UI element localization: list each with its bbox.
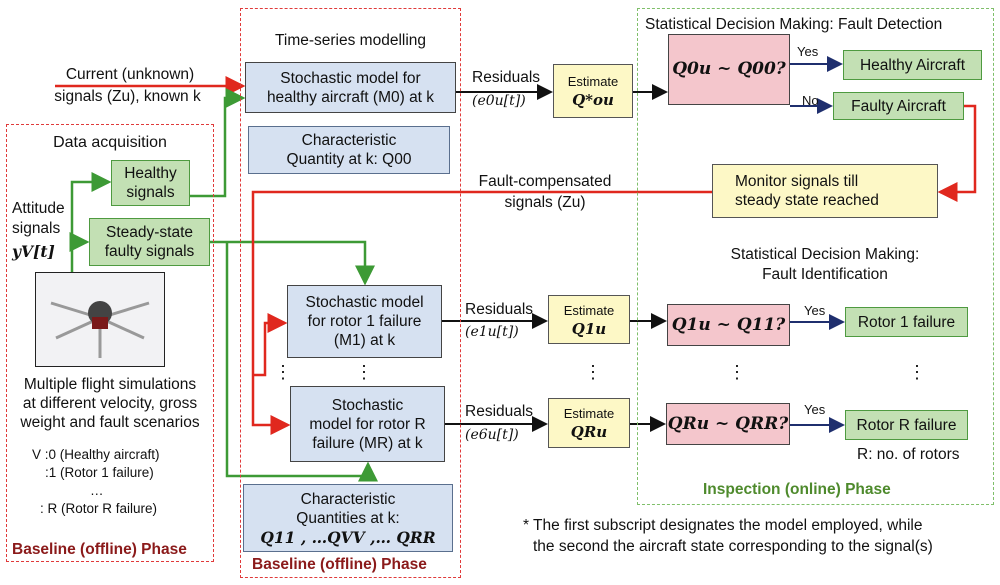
rotorR-test-box: QRu ~ QRR? — [666, 403, 790, 445]
label: Stochastic model for — [280, 69, 421, 87]
label: QRu — [570, 423, 608, 441]
yes-label: Yes — [804, 402, 826, 417]
label: Characteristic — [300, 490, 396, 508]
residuals-label: Residuals — [465, 403, 534, 420]
label: Quantity at k: Q00 — [286, 151, 412, 168]
attitude-symbol: yV[t] — [12, 242, 55, 261]
fault-compensated-label: Fault-compensated — [478, 173, 612, 190]
diagram: Current (unknown) signals (Zu), known k … — [0, 0, 1000, 585]
healthy-aircraft-box: Healthy Aircraft — [843, 50, 982, 80]
baseline-phase-label: Baseline (offline) Phase — [12, 541, 187, 558]
input-label-1: Current (unknown) — [65, 66, 195, 83]
dots: ⋮ — [908, 362, 926, 382]
rotor1-failure-box: Rotor 1 failure — [845, 307, 968, 337]
label: Monitor signals till — [735, 173, 859, 190]
label: healthy aircraft (M0) at k — [266, 88, 435, 106]
fault-detection-title: Statistical Decision Making: Fault Detec… — [645, 16, 943, 33]
residuals-label: Residuals — [465, 301, 534, 318]
label: Q1u — [571, 319, 607, 338]
rotor1-test-box: Q1u ~ Q11? — [667, 304, 790, 346]
rotor1-model-box: Stochastic model for rotor 1 failure (M1) … — [287, 285, 442, 358]
drone-image — [35, 272, 165, 367]
label: steady state reached — [735, 192, 879, 209]
fault-identification-title: Statistical Decision Making: — [730, 246, 920, 263]
steady-state-signals-box: Steady-state faulty signals — [89, 218, 210, 266]
label: QRu ~ QRR? — [667, 413, 789, 434]
estimate-box-R: Estimate QRu — [548, 398, 630, 448]
input-label-2: signals (Zu), known k — [54, 88, 201, 105]
label: faulty signals — [104, 243, 195, 260]
line: Multiple flight simulations — [23, 376, 197, 393]
yes-label: Yes — [804, 303, 826, 318]
state-vR: : R (Rotor R failure) — [40, 501, 158, 516]
dots: ⋮ — [728, 362, 746, 382]
healthy-signals-box: Healthy signals — [111, 160, 190, 206]
baseline-phase-label-2: Baseline (offline) Phase — [252, 556, 427, 573]
line: weight and fault scenarios — [20, 414, 200, 431]
estimate-box-0: Estimate Q*ou — [553, 64, 633, 118]
faulty-aircraft-box: Faulty Aircraft — [833, 92, 964, 120]
label: Estimate — [563, 406, 615, 421]
line: at different velocity, gross — [22, 395, 198, 412]
dots: ⋮ — [584, 362, 602, 382]
estimate-box-1: Estimate Q1u — [548, 295, 630, 344]
residuals-signal: (e0u[t]) — [472, 93, 526, 109]
label: model for rotor R — [309, 415, 426, 433]
healthy-model-box: Stochastic model for healthy aircraft (M0… — [245, 62, 456, 113]
label: Q0u ~ Q00? — [672, 59, 786, 79]
rotorR-failure-box: Rotor R failure — [845, 410, 968, 440]
data-acquisition-title: Data acquisition — [53, 134, 167, 151]
residuals-signal: (e1u[t]) — [465, 324, 519, 340]
label: Quantities at k: — [296, 509, 400, 527]
label: failure (MR) at k — [312, 434, 423, 452]
dots: ⋮ — [355, 362, 373, 382]
dots: ⋮ — [274, 362, 292, 382]
monitor-box: Monitor signals till steady state reached — [712, 164, 938, 218]
time-series-title: Time-series modelling — [274, 32, 427, 49]
label: Estimate — [563, 302, 615, 318]
rotorR-model-box: Stochastic model for rotor Rfailure (MR) … — [290, 386, 445, 462]
residuals-signal: (e6u[t]) — [465, 427, 519, 443]
yes-label: Yes — [797, 44, 819, 59]
attitude-label: Attitude — [12, 200, 65, 217]
state-v0: V :0 (Healthy aircraft) — [32, 447, 160, 462]
characteristic-quantity-box: Characteristic Quantity at k: Q00 — [248, 126, 450, 174]
simulation-note: Multiple flight simulations at different … — [10, 375, 210, 432]
label: (M1) at k — [333, 332, 396, 349]
residuals-label: Residuals — [472, 69, 541, 86]
drone-icon — [50, 301, 150, 358]
detection-test-box: Q0u ~ Q00? — [668, 34, 790, 105]
label: Q1u ~ Q11? — [671, 314, 786, 335]
state-v1: :1 (Rotor 1 failure) — [45, 465, 154, 480]
fault-compensated-label-2: signals (Zu) — [504, 194, 586, 211]
characteristic-quantities-box: Characteristic Quantities at k: Q11 , …QVV… — [243, 484, 453, 552]
label: Steady-state — [105, 224, 194, 241]
label: Stochastic model — [305, 294, 424, 311]
label: Characteristic — [301, 132, 397, 149]
state-dots: … — [90, 483, 104, 498]
label: Estimate — [567, 74, 619, 89]
label: for rotor 1 failure — [307, 313, 422, 330]
no-label: No — [802, 93, 819, 108]
footnote-line-2: the second the aircraft state correspond… — [533, 538, 933, 555]
label: signals — [126, 184, 175, 201]
label: Q*ou — [572, 91, 614, 109]
label: Healthy — [124, 165, 177, 182]
footnote-line-1: * The first subscript designates the mod… — [523, 517, 923, 534]
label: Stochastic — [331, 396, 404, 414]
label: Q11 , …QVV ,… QRR — [260, 527, 436, 547]
rotor-count-note: R: no. of rotors — [857, 446, 960, 463]
attitude-label-2: signals — [12, 220, 61, 237]
inspection-phase-label: Inspection (online) Phase — [703, 481, 891, 498]
fault-identification-title-2: Fault Identification — [762, 266, 888, 283]
